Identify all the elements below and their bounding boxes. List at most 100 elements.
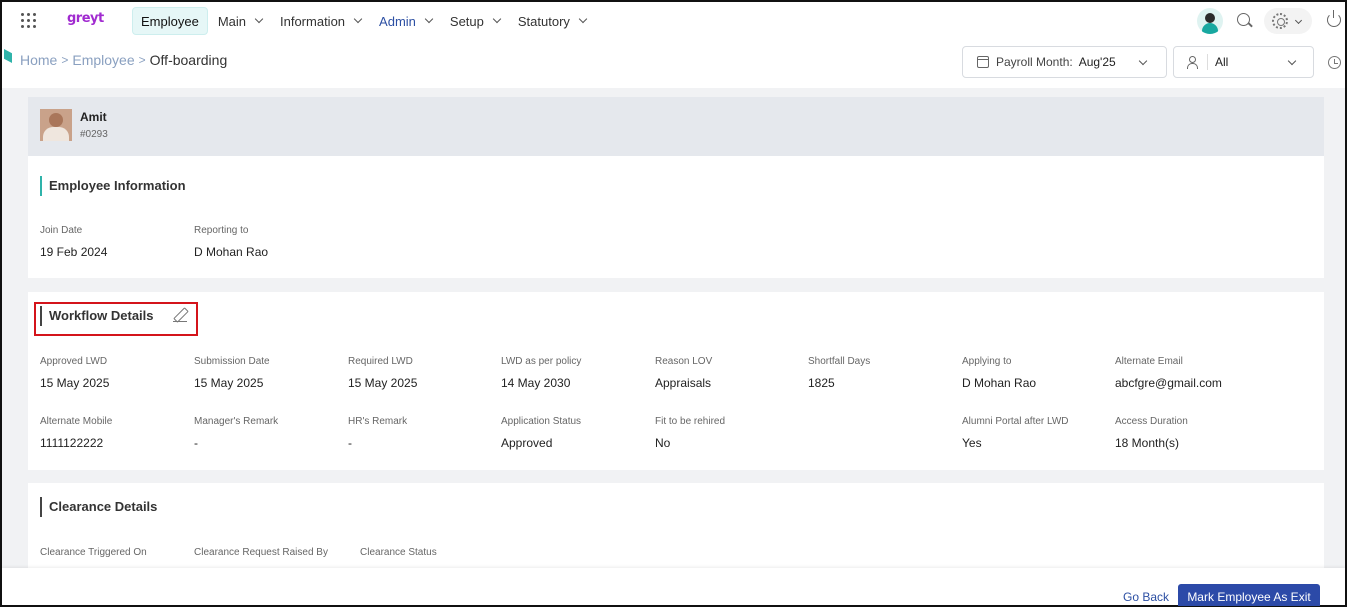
payroll-month-value: Aug'25: [1078, 55, 1116, 69]
field-manager-remark: Manager's Remark -: [194, 416, 278, 450]
chevron-down-icon: [1287, 56, 1297, 66]
chevron-down-icon: [1294, 16, 1303, 25]
go-back-link[interactable]: Go Back: [1123, 590, 1169, 604]
field-value: 15 May 2025: [348, 376, 418, 390]
employee-name: Amit: [80, 110, 107, 124]
nav-item-statutory[interactable]: Statutory: [510, 7, 594, 35]
field-label: Access Duration: [1115, 416, 1188, 427]
nav-item-main[interactable]: Main: [210, 7, 270, 35]
nav-item-label: Information: [280, 13, 346, 29]
field-label: Reason LOV: [655, 356, 713, 367]
top-navbar: greyt Employee Main Information Admin Se…: [2, 2, 1345, 40]
chevron-down-icon: [578, 14, 588, 24]
field-label: Submission Date: [194, 356, 270, 367]
field-value: -: [194, 436, 198, 450]
nav-item-label: Admin: [379, 13, 416, 29]
field-reason-lov: Reason LOV Appraisals: [655, 356, 712, 390]
settings-menu-button[interactable]: [1264, 8, 1312, 34]
field-alternate-email: Alternate Email abcfgre@gmail.com: [1115, 356, 1222, 390]
app-grid-icon[interactable]: [21, 13, 37, 29]
field-value: 15 May 2025: [40, 376, 110, 390]
breadcrumb: Home > Employee > Off-boarding: [20, 52, 227, 68]
field-label: Applying to: [962, 356, 1012, 367]
field-label: Join Date: [40, 225, 83, 236]
edit-icon[interactable]: [173, 308, 187, 323]
field-hr-remark: HR's Remark -: [348, 416, 407, 450]
field-value: 15 May 2025: [194, 376, 264, 390]
breadcrumb-separator: >: [138, 53, 146, 67]
field-alumni-portal: Alumni Portal after LWD Yes: [962, 416, 1069, 450]
field-applying-to: Applying to D Mohan Rao: [962, 356, 1036, 390]
field-value: -: [348, 436, 352, 450]
column-header-label: Clearance Status: [360, 547, 437, 558]
search-icon[interactable]: [1237, 13, 1250, 26]
field-value: Approved: [501, 436, 553, 450]
field-value: D Mohan Rao: [194, 245, 269, 259]
field-shortfall-days: Shortfall Days 1825: [808, 356, 870, 390]
chevron-down-icon: [353, 14, 363, 24]
workflow-details-card: Workflow Details Approved LWD 15 May 202…: [28, 292, 1324, 470]
mark-exit-button[interactable]: Mark Employee As Exit: [1178, 584, 1320, 606]
employee-information-card: Employee Information Join Date 19 Feb 20…: [28, 156, 1324, 278]
field-join-date: Join Date 19 Feb 2024: [40, 225, 107, 259]
breadcrumb-employee[interactable]: Employee: [72, 52, 134, 68]
field-label: Reporting to: [194, 225, 249, 236]
nav-item-setup[interactable]: Setup: [442, 7, 508, 35]
history-icon[interactable]: [1328, 56, 1341, 69]
chevron-down-icon: [424, 14, 434, 24]
column-header-raised-by: Clearance Request Raised By: [194, 547, 328, 558]
user-avatar[interactable]: [1197, 8, 1223, 34]
field-alternate-mobile: Alternate Mobile 1111122222: [40, 416, 112, 450]
employee-code: #0293: [80, 129, 108, 140]
breadcrumb-home[interactable]: Home: [20, 52, 57, 68]
nav-item-label: Main: [217, 13, 246, 29]
nav-item-admin[interactable]: Admin: [371, 7, 440, 35]
field-application-status: Application Status Approved: [501, 416, 581, 450]
nav-item-label: Setup: [449, 13, 484, 29]
section-title: Workflow Details: [40, 306, 154, 326]
field-value: 1825: [808, 376, 835, 390]
nav-item-employee[interactable]: Employee: [132, 7, 208, 35]
breadcrumb-current: Off-boarding: [149, 52, 228, 68]
field-approved-lwd: Approved LWD 15 May 2025: [40, 356, 109, 390]
field-value: 1111122222: [40, 436, 104, 450]
nav-item-label: Statutory: [517, 13, 570, 29]
field-label: Shortfall Days: [808, 356, 871, 367]
field-label: Alternate Mobile: [40, 416, 113, 427]
chevron-down-icon: [492, 14, 502, 24]
chevron-down-icon: [1138, 56, 1148, 66]
nav-item-information[interactable]: Information: [272, 7, 369, 35]
field-value: 14 May 2030: [501, 376, 571, 390]
chevron-down-icon: [254, 14, 264, 24]
field-label: LWD as per policy: [501, 356, 582, 367]
app-logo[interactable]: greyt: [67, 11, 104, 26]
employee-profile-band: Amit #0293: [28, 97, 1324, 156]
section-title: Employee Information: [40, 176, 186, 196]
field-label: HR's Remark: [348, 416, 408, 427]
field-value: 19 Feb 2024: [40, 245, 108, 259]
field-fit-to-rehire: Fit to be rehired No: [655, 416, 725, 450]
field-value: D Mohan Rao: [962, 376, 1037, 390]
section-title: Clearance Details: [40, 497, 157, 517]
field-lwd-policy: LWD as per policy 14 May 2030: [501, 356, 581, 390]
clearance-details-card: Clearance Details Clearance Triggered On…: [28, 483, 1324, 569]
field-label: Manager's Remark: [194, 416, 279, 427]
payroll-month-select[interactable]: Payroll Month: Aug'25: [962, 46, 1167, 78]
flag-icon: [4, 49, 12, 63]
employee-photo: [40, 109, 72, 141]
calendar-icon: [977, 56, 989, 68]
field-value: Yes: [962, 436, 982, 450]
column-header-triggered-on: Clearance Triggered On: [40, 547, 147, 558]
field-label: Approved LWD: [40, 356, 108, 367]
field-label: Alternate Email: [1115, 356, 1183, 367]
column-header-label: Clearance Triggered On: [40, 547, 147, 558]
field-label: Fit to be rehired: [655, 416, 726, 427]
action-footer: Go Back Mark Employee As Exit: [2, 568, 1345, 606]
nav-item-label: Employee: [141, 13, 199, 29]
field-submission-date: Submission Date 15 May 2025: [194, 356, 270, 390]
page-header: Home > Employee > Off-boarding Payroll M…: [2, 40, 1345, 88]
employee-group-select[interactable]: All: [1173, 46, 1314, 78]
field-label: Application Status: [501, 416, 582, 427]
field-required-lwd: Required LWD 15 May 2025: [348, 356, 417, 390]
power-icon[interactable]: [1327, 10, 1341, 27]
